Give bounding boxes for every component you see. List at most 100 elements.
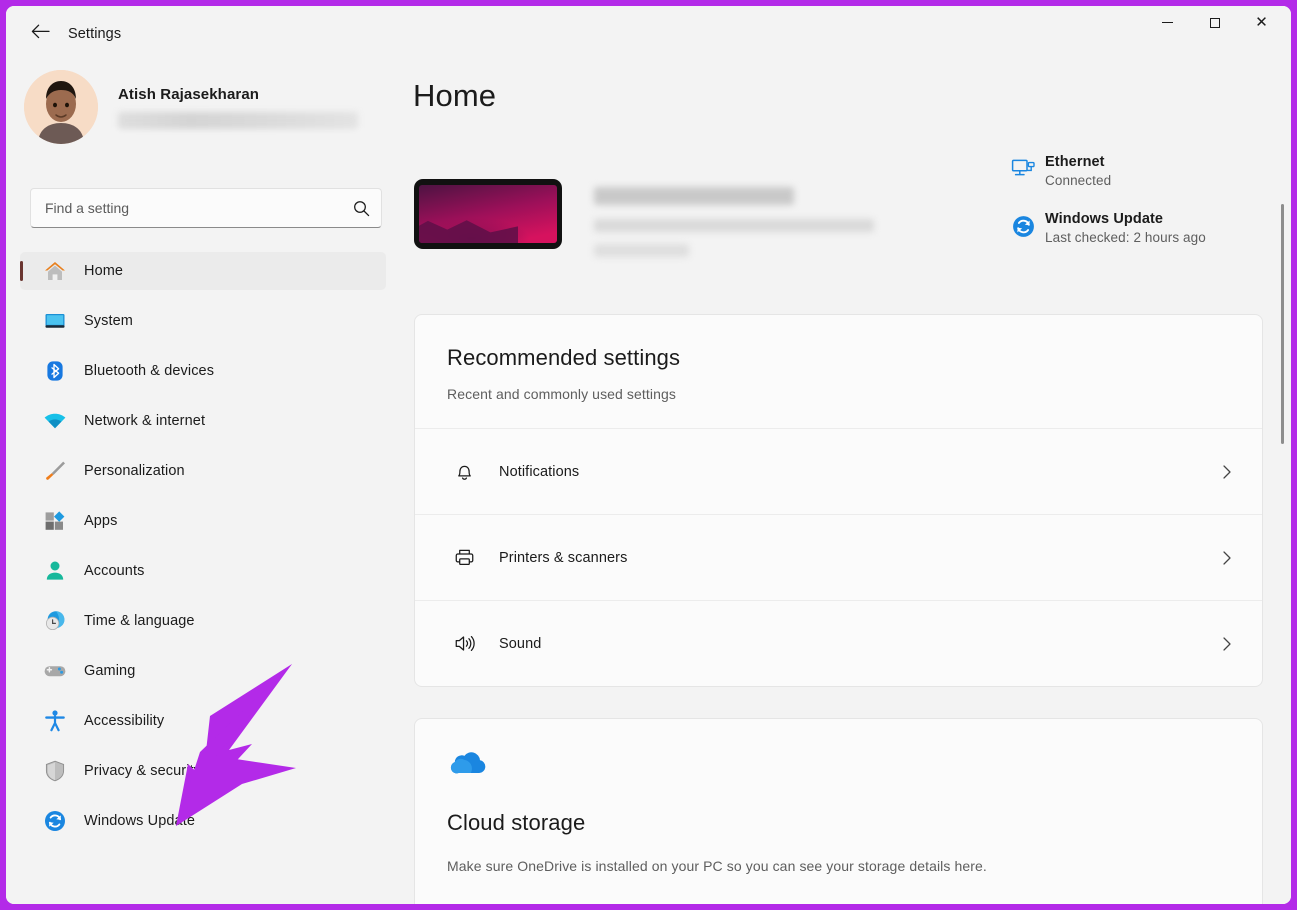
sidebar-item-label: Apps: [84, 513, 117, 529]
search-icon: [341, 200, 381, 217]
sidebar-item-label: Privacy & security: [84, 763, 201, 779]
system-icon: [42, 308, 68, 334]
profile-email-redacted: [118, 112, 358, 129]
update-refresh-icon: [1011, 211, 1045, 239]
clock-globe-icon: [42, 608, 68, 634]
status-text: Windows Update Last checked: 2 hours ago: [1045, 211, 1206, 245]
sidebar-item-label: System: [84, 313, 133, 329]
status-title: Windows Update: [1045, 211, 1206, 227]
back-arrow-icon: [31, 24, 50, 39]
sidebar-item-windows-update[interactable]: Windows Update: [20, 802, 386, 840]
minimize-icon: [1162, 22, 1173, 23]
status-text: Ethernet Connected: [1045, 154, 1111, 188]
cloud-storage-inner: Cloud storage Make sure OneDrive is inst…: [415, 719, 1262, 874]
sidebar-item-label: Home: [84, 263, 123, 279]
search-box[interactable]: [30, 188, 382, 228]
list-item-label: Sound: [499, 636, 1220, 652]
profile-name: Atish Rajasekharan: [118, 86, 358, 103]
sidebar-item-privacy-security[interactable]: Privacy & security: [20, 752, 386, 790]
gamepad-icon: [42, 658, 68, 684]
settings-window: Settings ✕: [6, 6, 1291, 904]
page-title: Home: [413, 78, 496, 114]
sidebar-item-time-language[interactable]: Time & language: [20, 602, 386, 640]
close-icon: ✕: [1255, 15, 1268, 30]
scrollbar-thumb[interactable]: [1281, 204, 1284, 444]
maximize-button[interactable]: [1191, 6, 1238, 39]
onedrive-cloud-icon: [447, 764, 487, 781]
sidebar-item-accounts[interactable]: Accounts: [20, 552, 386, 590]
device-rename-redacted: [594, 244, 689, 257]
bell-icon: [447, 460, 481, 483]
sidebar-item-label: Time & language: [84, 613, 195, 629]
update-refresh-icon: [42, 808, 68, 834]
cloud-storage-title: Cloud storage: [447, 810, 1230, 836]
minimize-button[interactable]: [1144, 6, 1191, 39]
maximize-icon: [1210, 18, 1220, 28]
status-sub: Connected: [1045, 173, 1111, 188]
card-header: Recommended settings Recent and commonly…: [415, 315, 1262, 428]
cloud-storage-subtitle: Make sure OneDrive is installed on your …: [447, 858, 1230, 874]
sidebar-item-network[interactable]: Network & internet: [20, 402, 386, 440]
sidebar-item-label: Bluetooth & devices: [84, 363, 214, 379]
card-title: Recommended settings: [447, 345, 1230, 371]
chevron-right-icon: [1220, 635, 1234, 653]
device-thumbnail: [414, 179, 562, 249]
home-icon: [42, 258, 68, 284]
close-button[interactable]: ✕: [1238, 6, 1285, 39]
cloud-storage-card: Cloud storage Make sure OneDrive is inst…: [414, 718, 1263, 904]
list-item-printers-scanners[interactable]: Printers & scanners: [415, 514, 1262, 600]
status-panel: Ethernet Connected Windows Update: [1011, 154, 1251, 268]
accessibility-icon: [42, 708, 68, 734]
avatar: [24, 70, 98, 144]
shield-icon: [42, 758, 68, 784]
content-scrollbar[interactable]: [1276, 149, 1288, 889]
list-item-sound[interactable]: Sound: [415, 600, 1262, 686]
sidebar-item-label: Accounts: [84, 563, 144, 579]
avatar-photo-icon: [24, 70, 98, 144]
sidebar-item-label: Accessibility: [84, 713, 164, 729]
search-input[interactable]: [31, 200, 341, 216]
status-sub: Last checked: 2 hours ago: [1045, 230, 1206, 245]
sidebar-item-label: Personalization: [84, 463, 185, 479]
ethernet-icon: [1011, 154, 1045, 182]
device-wallpaper: [419, 185, 557, 243]
wifi-icon: [42, 408, 68, 434]
sidebar-item-gaming[interactable]: Gaming: [20, 652, 386, 690]
window-title: Settings: [68, 26, 121, 42]
sidebar-item-label: Windows Update: [84, 813, 195, 829]
title-bar: Settings ✕: [6, 6, 1291, 54]
device-summary[interactable]: [414, 179, 894, 257]
sidebar-item-bluetooth[interactable]: Bluetooth & devices: [20, 352, 386, 390]
sidebar-item-home[interactable]: Home: [20, 252, 386, 290]
sidebar-item-accessibility[interactable]: Accessibility: [20, 702, 386, 740]
bluetooth-icon: [42, 358, 68, 384]
back-button[interactable]: [20, 16, 60, 46]
paintbrush-icon: [42, 458, 68, 484]
sidebar-item-personalization[interactable]: Personalization: [20, 452, 386, 490]
chevron-right-icon: [1220, 463, 1234, 481]
accounts-icon: [42, 558, 68, 584]
device-spec-redacted: [594, 219, 874, 232]
sidebar: Atish Rajasekharan: [6, 54, 400, 904]
profile-card[interactable]: Atish Rajasekharan: [24, 70, 358, 144]
sidebar-item-label: Gaming: [84, 663, 135, 679]
sidebar-nav: Home System: [20, 252, 386, 852]
sidebar-item-apps[interactable]: Apps: [20, 502, 386, 540]
status-windows-update[interactable]: Windows Update Last checked: 2 hours ago: [1011, 211, 1251, 245]
card-subtitle: Recent and commonly used settings: [447, 386, 1230, 402]
device-info: [594, 179, 894, 257]
printer-icon: [447, 546, 481, 569]
main-content: Home: [400, 54, 1291, 904]
speaker-icon: [447, 632, 481, 655]
status-ethernet[interactable]: Ethernet Connected: [1011, 154, 1251, 188]
sidebar-item-system[interactable]: System: [20, 302, 386, 340]
recommended-settings-card: Recommended settings Recent and commonly…: [414, 314, 1263, 687]
device-name-redacted: [594, 187, 794, 205]
profile-text: Atish Rajasekharan: [118, 86, 358, 129]
list-item-label: Notifications: [499, 464, 1220, 480]
chevron-right-icon: [1220, 549, 1234, 567]
apps-icon: [42, 508, 68, 534]
list-item-notifications[interactable]: Notifications: [415, 428, 1262, 514]
sidebar-item-label: Network & internet: [84, 413, 205, 429]
list-item-label: Printers & scanners: [499, 550, 1220, 566]
